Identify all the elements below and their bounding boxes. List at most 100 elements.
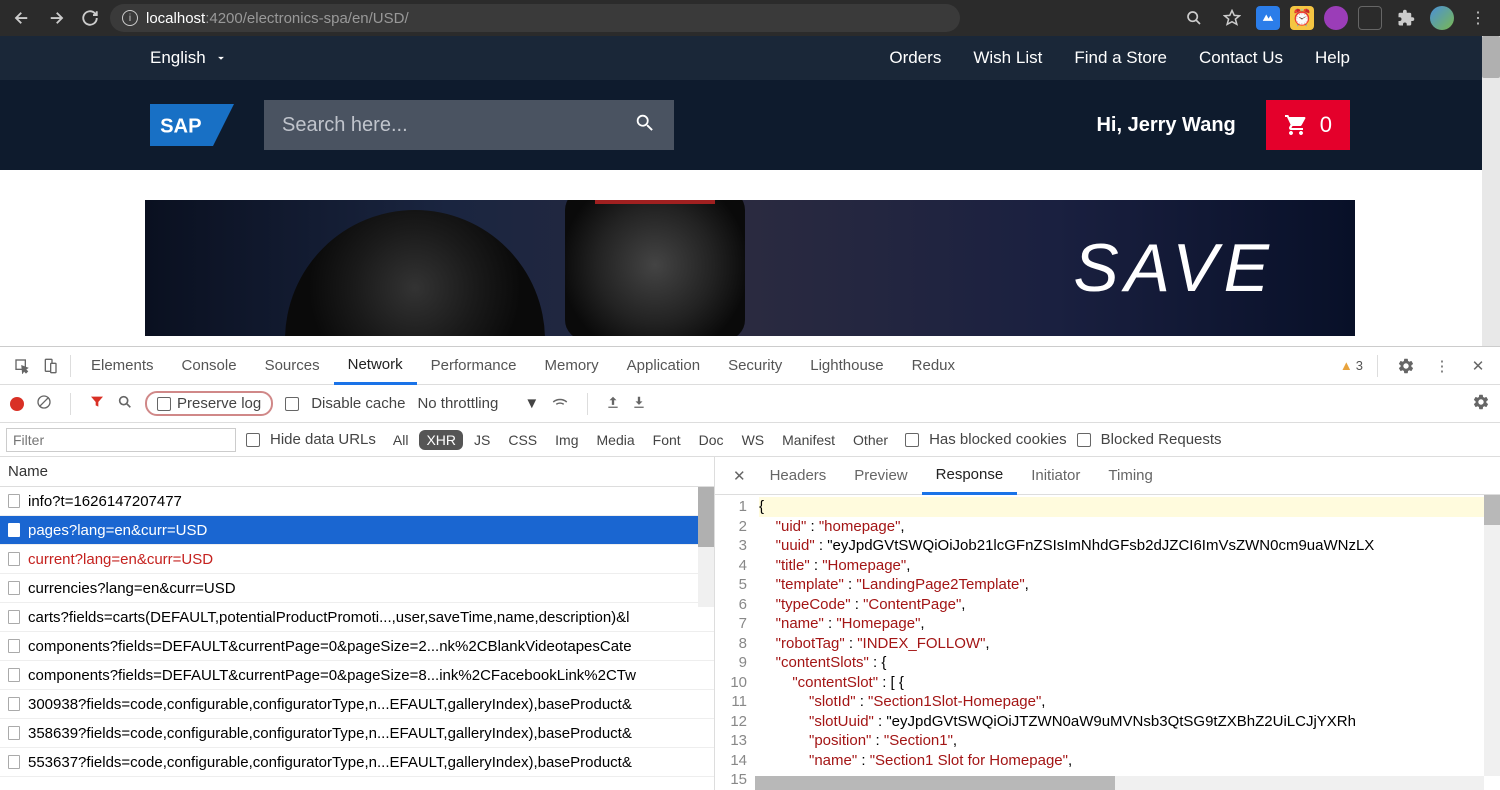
extension-icon[interactable] (1256, 6, 1280, 30)
throttling-select[interactable]: No throttling▼ (417, 395, 539, 412)
filter-type-font[interactable]: Font (646, 430, 688, 450)
clear-button[interactable] (36, 394, 52, 414)
sap-logo[interactable]: SAP (150, 104, 234, 146)
filter-type-other[interactable]: Other (846, 430, 895, 450)
request-name: 300938?fields=code,configurable,configur… (28, 696, 632, 713)
inspect-icon[interactable] (8, 352, 36, 380)
devtools-tab-application[interactable]: Application (613, 347, 714, 385)
top-link[interactable]: Orders (889, 48, 941, 68)
cart-icon (1284, 113, 1308, 137)
response-tab-headers[interactable]: Headers (756, 457, 841, 495)
extension-icon[interactable] (1324, 6, 1348, 30)
settings-gear-icon[interactable] (1392, 352, 1420, 380)
filter-type-js[interactable]: JS (467, 430, 497, 450)
devtools-tab-sources[interactable]: Sources (251, 347, 334, 385)
request-row[interactable]: components?fields=DEFAULT&currentPage=0&… (0, 661, 714, 690)
request-row[interactable]: carts?fields=carts(DEFAULT,potentialProd… (0, 603, 714, 632)
response-tab-preview[interactable]: Preview (840, 457, 921, 495)
zoom-icon[interactable] (1180, 4, 1208, 32)
top-link[interactable]: Help (1315, 48, 1350, 68)
top-link[interactable]: Find a Store (1074, 48, 1167, 68)
devtools-tab-security[interactable]: Security (714, 347, 796, 385)
filter-type-css[interactable]: CSS (501, 430, 544, 450)
devtools-tab-elements[interactable]: Elements (77, 347, 168, 385)
filter-toggle-icon[interactable] (89, 394, 105, 414)
search-box (264, 100, 674, 150)
profile-avatar[interactable] (1430, 6, 1454, 30)
main-header: SAP Hi, Jerry Wang 0 (0, 80, 1500, 170)
extensions-puzzle-icon[interactable] (1392, 4, 1420, 32)
name-column-header[interactable]: Name (0, 457, 714, 487)
top-link[interactable]: Wish List (973, 48, 1042, 68)
file-icon (8, 726, 20, 740)
extension-icon[interactable]: ⏰ (1290, 6, 1314, 30)
filter-type-doc[interactable]: Doc (692, 430, 731, 450)
cart-button[interactable]: 0 (1266, 100, 1350, 150)
page-scrollbar[interactable] (1482, 36, 1500, 346)
upload-har-icon[interactable] (606, 395, 620, 413)
devtools-tab-network[interactable]: Network (334, 347, 417, 385)
request-name: pages?lang=en&curr=USD (28, 522, 207, 539)
filter-input[interactable] (6, 428, 236, 452)
hero-banner[interactable]: SAVE (145, 200, 1355, 336)
preserve-log-checkbox[interactable]: Preserve log (145, 391, 273, 416)
top-link[interactable]: Contact Us (1199, 48, 1283, 68)
response-tab-timing[interactable]: Timing (1094, 457, 1166, 495)
warnings-badge[interactable]: ▲3 (1340, 358, 1363, 373)
file-icon (8, 755, 20, 769)
language-selector[interactable]: English (150, 48, 228, 68)
devtools-tab-console[interactable]: Console (168, 347, 251, 385)
request-name: carts?fields=carts(DEFAULT,potentialProd… (28, 609, 630, 626)
filter-type-img[interactable]: Img (548, 430, 585, 450)
devtools-tab-memory[interactable]: Memory (531, 347, 613, 385)
response-tab-initiator[interactable]: Initiator (1017, 457, 1094, 495)
request-row[interactable]: 358639?fields=code,configurable,configur… (0, 719, 714, 748)
search-input[interactable] (282, 114, 634, 137)
kebab-menu-icon[interactable]: ⋮ (1428, 352, 1456, 380)
network-settings-icon[interactable] (1472, 393, 1490, 415)
devtools-tab-redux[interactable]: Redux (898, 347, 969, 385)
response-tab-response[interactable]: Response (922, 457, 1018, 495)
close-panel-icon[interactable]: ✕ (723, 467, 756, 485)
record-button[interactable] (10, 397, 24, 411)
request-name: current?lang=en&curr=USD (28, 551, 213, 568)
request-scrollbar[interactable] (698, 487, 714, 607)
code-v-scrollbar[interactable] (1484, 495, 1500, 776)
request-row[interactable]: components?fields=DEFAULT&currentPage=0&… (0, 632, 714, 661)
request-row[interactable]: info?t=1626147207477 (0, 487, 714, 516)
request-row[interactable]: 553637?fields=code,configurable,configur… (0, 748, 714, 777)
code-h-scrollbar[interactable] (755, 776, 1484, 790)
devtools-tab-lighthouse[interactable]: Lighthouse (796, 347, 897, 385)
network-conditions-icon[interactable] (551, 393, 569, 415)
filter-type-manifest[interactable]: Manifest (775, 430, 842, 450)
forward-button[interactable] (42, 4, 70, 32)
request-row[interactable]: 300938?fields=code,configurable,configur… (0, 690, 714, 719)
hide-urls-checkbox[interactable] (246, 433, 260, 447)
close-devtools-icon[interactable]: ✕ (1464, 352, 1492, 380)
filter-type-media[interactable]: Media (590, 430, 642, 450)
address-bar[interactable]: i localhost:4200/electronics-spa/en/USD/ (110, 4, 960, 32)
blocked-requests-checkbox[interactable] (1077, 433, 1091, 447)
devtools-tab-performance[interactable]: Performance (417, 347, 531, 385)
chevron-down-icon (214, 51, 228, 65)
search-icon[interactable] (117, 394, 133, 414)
device-toggle-icon[interactable] (36, 352, 64, 380)
response-body[interactable]: 123456789101112131415 { "uid" : "homepag… (715, 495, 1500, 790)
download-har-icon[interactable] (632, 395, 646, 413)
request-row[interactable]: currencies?lang=en&curr=USD (0, 574, 714, 603)
disable-cache-checkbox[interactable] (285, 397, 299, 411)
hero-image (565, 200, 745, 336)
reload-button[interactable] (76, 4, 104, 32)
request-row[interactable]: current?lang=en&curr=USD (0, 545, 714, 574)
search-button[interactable] (634, 112, 656, 139)
back-button[interactable] (8, 4, 36, 32)
site-info-icon[interactable]: i (122, 10, 138, 26)
filter-type-all[interactable]: All (386, 430, 416, 450)
extension-icon[interactable] (1358, 6, 1382, 30)
menu-icon[interactable]: ⋮ (1464, 4, 1492, 32)
filter-type-xhr[interactable]: XHR (419, 430, 463, 450)
filter-type-ws[interactable]: WS (735, 430, 772, 450)
request-row[interactable]: pages?lang=en&curr=USD (0, 516, 714, 545)
blocked-cookies-checkbox[interactable] (905, 433, 919, 447)
bookmark-star-icon[interactable] (1218, 4, 1246, 32)
